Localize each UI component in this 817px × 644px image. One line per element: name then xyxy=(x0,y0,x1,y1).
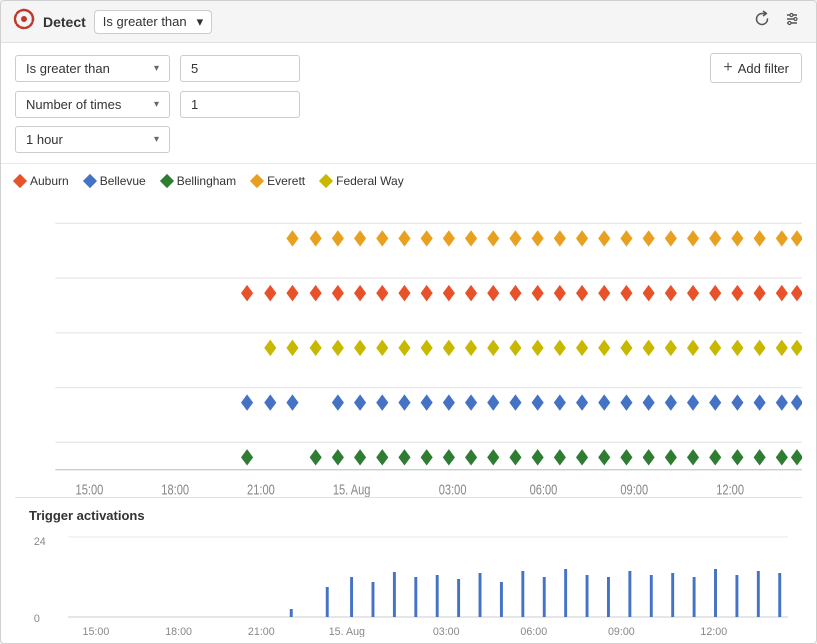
chevron-down-icon: ▾ xyxy=(154,63,159,74)
legend-item-auburn: Auburn xyxy=(15,174,69,188)
svg-text:15:00: 15:00 xyxy=(76,481,104,497)
header-title: Detect xyxy=(43,14,86,30)
scatter-chart: 15:00 18:00 21:00 15. Aug 03:00 06:00 09… xyxy=(15,196,802,498)
federal-way-diamond-icon xyxy=(319,174,333,188)
trigger-section: Trigger activations 24 0 15:00 18:00 21:… xyxy=(15,498,802,643)
controls-row-3: 1 hour ▾ xyxy=(15,126,802,153)
svg-text:06:00: 06:00 xyxy=(520,626,547,637)
legend-item-everett: Everett xyxy=(252,174,305,188)
chevron-down-icon-2: ▾ xyxy=(154,99,159,110)
svg-text:24: 24 xyxy=(34,536,46,548)
bellingham-diamond-icon xyxy=(160,174,174,188)
svg-text:03:00: 03:00 xyxy=(439,481,467,497)
svg-text:06:00: 06:00 xyxy=(530,481,558,497)
add-filter-button[interactable]: + Add filter xyxy=(710,53,802,83)
controls-row-2: Number of times ▾ 1 xyxy=(15,91,802,118)
header: Detect Is greater than ▾ xyxy=(1,1,816,43)
chart-area: Auburn Bellevue Bellingham Everett Feder… xyxy=(1,164,816,643)
trigger-svg: 24 0 15:00 18:00 21:00 15. Aug 03:00 06:… xyxy=(29,527,788,637)
everett-dots xyxy=(286,230,802,246)
federal-way-dots xyxy=(264,340,802,356)
time-window-select[interactable]: 1 hour ▾ xyxy=(15,126,170,153)
legend-item-bellevue: Bellevue xyxy=(85,174,146,188)
header-actions xyxy=(750,7,804,36)
svg-text:21:00: 21:00 xyxy=(248,626,275,637)
svg-text:09:00: 09:00 xyxy=(620,481,648,497)
auburn-diamond-icon xyxy=(13,174,27,188)
svg-text:15. Aug: 15. Aug xyxy=(329,626,365,637)
controls-row-1: Is greater than ▾ 5 + Add filter xyxy=(15,53,802,83)
svg-text:12:00: 12:00 xyxy=(700,626,727,637)
plus-icon: + xyxy=(723,59,732,77)
svg-text:12:00: 12:00 xyxy=(716,481,744,497)
auburn-dots xyxy=(241,285,802,301)
svg-text:21:00: 21:00 xyxy=(247,481,275,497)
svg-text:15:00: 15:00 xyxy=(83,626,110,637)
chevron-down-icon-3: ▾ xyxy=(154,134,159,145)
legend-item-federal-way: Federal Way xyxy=(321,174,404,188)
condition-dropdown[interactable]: Is greater than ▾ xyxy=(94,10,212,34)
controls-panel: Is greater than ▾ 5 + Add filter Number … xyxy=(1,43,816,164)
chart-legend: Auburn Bellevue Bellingham Everett Feder… xyxy=(15,174,802,196)
bellevue-diamond-icon xyxy=(83,174,97,188)
condition-select[interactable]: Is greater than ▾ xyxy=(15,55,170,82)
main-container: Detect Is greater than ▾ xyxy=(0,0,817,644)
svg-text:15. Aug: 15. Aug xyxy=(333,481,371,497)
trigger-chart: 24 0 15:00 18:00 21:00 15. Aug 03:00 06:… xyxy=(29,527,788,637)
refresh-button[interactable] xyxy=(750,7,774,36)
scatter-svg: 15:00 18:00 21:00 15. Aug 03:00 06:00 09… xyxy=(15,196,802,497)
settings-button[interactable] xyxy=(780,7,804,36)
svg-text:0: 0 xyxy=(34,613,40,625)
condition-value-input[interactable]: 5 xyxy=(180,55,300,82)
svg-text:09:00: 09:00 xyxy=(608,626,635,637)
svg-text:03:00: 03:00 xyxy=(433,626,460,637)
trigger-title: Trigger activations xyxy=(29,508,788,523)
bellingham-dots xyxy=(241,449,802,465)
app-logo xyxy=(13,8,35,35)
svg-text:18:00: 18:00 xyxy=(165,626,192,637)
bellevue-dots xyxy=(241,394,802,410)
frequency-select[interactable]: Number of times ▾ xyxy=(15,91,170,118)
svg-text:18:00: 18:00 xyxy=(161,481,189,497)
legend-item-bellingham: Bellingham xyxy=(162,174,236,188)
frequency-value-input[interactable]: 1 xyxy=(180,91,300,118)
everett-diamond-icon xyxy=(250,174,264,188)
